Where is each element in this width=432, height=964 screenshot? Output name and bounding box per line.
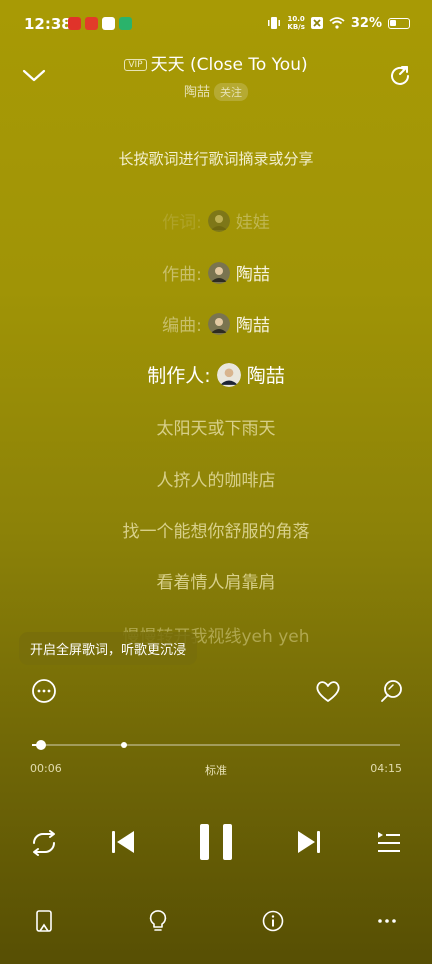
chat-app-icon [119, 17, 132, 30]
credit-role: 制作人: [147, 365, 211, 387]
avatar [216, 362, 241, 387]
lyric-line[interactable]: 太阳天或下雨天 [0, 414, 432, 439]
status-app-icons [68, 17, 132, 30]
net-speed-unit: KB/s [287, 23, 305, 31]
credit-role: 编曲: [162, 316, 202, 336]
more-options-icon[interactable] [30, 677, 58, 705]
avatar [207, 261, 230, 284]
net-speed-value: 10.0 [287, 15, 305, 23]
progress-knob[interactable] [35, 740, 46, 750]
comment-icon[interactable] [377, 677, 405, 705]
credit-composer[interactable]: 作曲: 陶喆 [0, 260, 432, 285]
status-right: 10.0 KB/s 32% [267, 15, 410, 31]
follow-button[interactable]: 关注 [214, 83, 248, 101]
lyric-line[interactable]: 找一个能想你舒服的角落 [0, 517, 432, 542]
quality-label[interactable]: 标准 [0, 762, 432, 778]
credit-arranger[interactable]: 编曲: 陶喆 [0, 311, 432, 336]
fullscreen-lyrics-tooltip[interactable]: 开启全屏歌词，听歌更沉浸 [19, 632, 198, 665]
credit-lyricist[interactable]: 作词: 娃娃 [0, 208, 432, 233]
mail-app-icon [102, 17, 115, 30]
sim-off-icon [310, 17, 323, 29]
total-time: 04:15 [370, 762, 402, 775]
heart-icon[interactable] [314, 677, 342, 705]
artist-name[interactable]: 陶喆 [184, 85, 210, 100]
previous-icon[interactable] [110, 829, 136, 855]
share-icon[interactable] [386, 62, 414, 90]
credit-producer[interactable]: 制作人: 陶喆 [0, 361, 432, 388]
more-icon[interactable] [375, 909, 399, 933]
buffer-marker [121, 742, 127, 748]
credit-name: 娃娃 [235, 213, 270, 233]
artist-row: 陶喆 关注 [0, 81, 432, 101]
playlist-icon[interactable] [375, 829, 403, 857]
device-cast-icon[interactable] [32, 909, 56, 933]
song-title: 天天 (Close To You) [150, 55, 308, 75]
credit-name: 陶喆 [235, 265, 270, 285]
vibrate-icon [268, 17, 281, 29]
player-header: VIP 天天 (Close To You) 陶喆 关注 [0, 45, 432, 105]
progress-bar[interactable] [32, 740, 400, 750]
lyric-line[interactable]: 看着情人肩靠肩 [0, 568, 432, 593]
next-icon[interactable] [296, 829, 322, 855]
status-bar: 12:38 10.0 KB/s 32% [0, 0, 432, 50]
credit-role: 作词: [162, 213, 202, 233]
credit-role: 作曲: [162, 265, 202, 285]
lyrics-hint: 长按歌词进行歌词摘录或分享 [118, 150, 314, 168]
repeat-icon[interactable] [29, 829, 59, 857]
netease-app-icon [68, 17, 81, 30]
battery-percent: 32% [350, 15, 382, 31]
status-time: 12:38 [24, 15, 72, 33]
avatar [207, 312, 230, 335]
vip-badge: VIP [124, 59, 147, 71]
song-title-row: VIP 天天 (Close To You) [0, 50, 432, 75]
info-icon[interactable] [261, 909, 285, 933]
pause-icon[interactable] [196, 821, 236, 863]
credit-name: 陶喆 [246, 365, 285, 387]
net-speed: 10.0 KB/s [287, 15, 304, 31]
avatar [207, 209, 230, 232]
wifi-icon [329, 17, 345, 29]
battery-icon [388, 17, 410, 29]
lyric-line[interactable]: 人挤人的咖啡店 [0, 466, 432, 491]
lightbulb-icon[interactable] [146, 909, 170, 933]
notification-app-icon [85, 17, 98, 30]
credit-name: 陶喆 [235, 316, 270, 336]
